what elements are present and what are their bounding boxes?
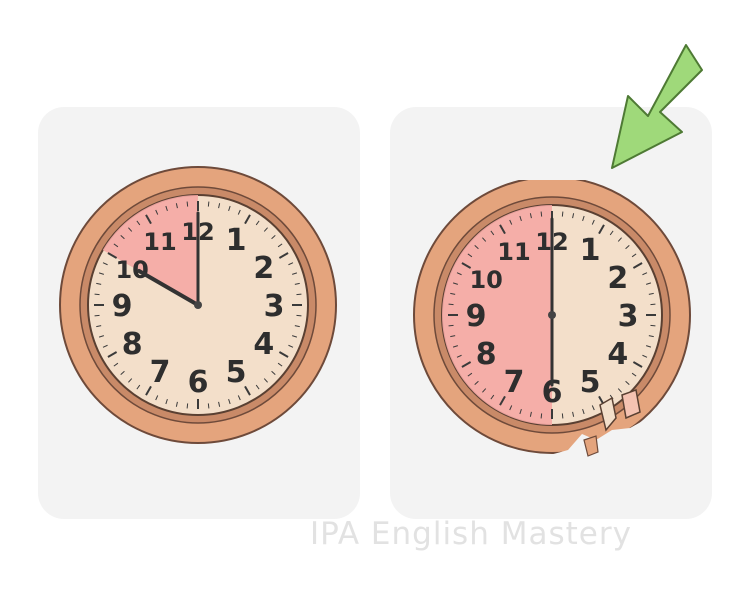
left-clock-tick	[94, 314, 100, 317]
left-clock-numeral: 6	[188, 365, 209, 400]
right-clock-numeral: 2	[607, 261, 628, 296]
left-clock-numeral: 2	[253, 251, 274, 286]
left-clock-numeral: 5	[226, 355, 247, 390]
left-clock-numeral: 8	[122, 327, 143, 362]
right-clock-center-pin	[548, 311, 556, 319]
left-clock-tick	[296, 314, 302, 317]
left-clock: 12 1234567891011	[59, 166, 337, 444]
watermark-text: IPA English Mastery	[310, 516, 632, 552]
torn-fragment	[583, 435, 599, 457]
right-clock-numeral: 5	[580, 365, 601, 400]
left-clock-numeral: 4	[253, 327, 274, 362]
right-clock-numeral: 4	[607, 337, 628, 372]
left-clock-tick	[296, 293, 302, 296]
left-clock-numeral: 11	[143, 228, 176, 256]
right-clock-numeral: 1	[580, 233, 601, 268]
left-clock-numeral: 1	[226, 223, 247, 258]
right-clock-numeral: 7	[504, 365, 525, 400]
left-clock-numeral: 9	[112, 289, 133, 324]
left-clock-tick	[207, 403, 210, 409]
right-clock-numeral: 9	[466, 299, 487, 334]
left-clock-numeral: 7	[150, 355, 171, 390]
right-clock-tick	[448, 303, 454, 306]
right-clock-numeral: 3	[618, 299, 639, 334]
right-clock-numeral: 11	[497, 238, 530, 266]
right-clock-tick	[540, 211, 543, 217]
right-clock-tick	[650, 303, 656, 306]
right-clock-tick	[561, 211, 564, 217]
right-clock-tick	[540, 413, 543, 419]
right-clock-numeral: 8	[476, 337, 497, 372]
arrow-down-left-icon	[611, 44, 703, 169]
right-clock: 12 1234567891011	[413, 180, 691, 457]
left-clock-numeral: 3	[264, 289, 285, 324]
torn-fragment	[621, 388, 641, 420]
illustration: 12 1234567891011 12 1234567891011	[59, 44, 703, 457]
right-clock-numeral: 10	[469, 266, 502, 294]
right-clock-tick	[650, 324, 656, 327]
left-clock-numeral: 10	[115, 256, 148, 284]
right-clock-tick	[448, 324, 454, 327]
left-clock-tick	[186, 201, 189, 207]
left-clock-center-pin	[194, 301, 202, 309]
left-clock-tick	[186, 403, 189, 409]
left-clock-tick	[207, 201, 210, 207]
left-clock-tick	[94, 293, 100, 296]
right-clock-tick	[561, 413, 564, 419]
